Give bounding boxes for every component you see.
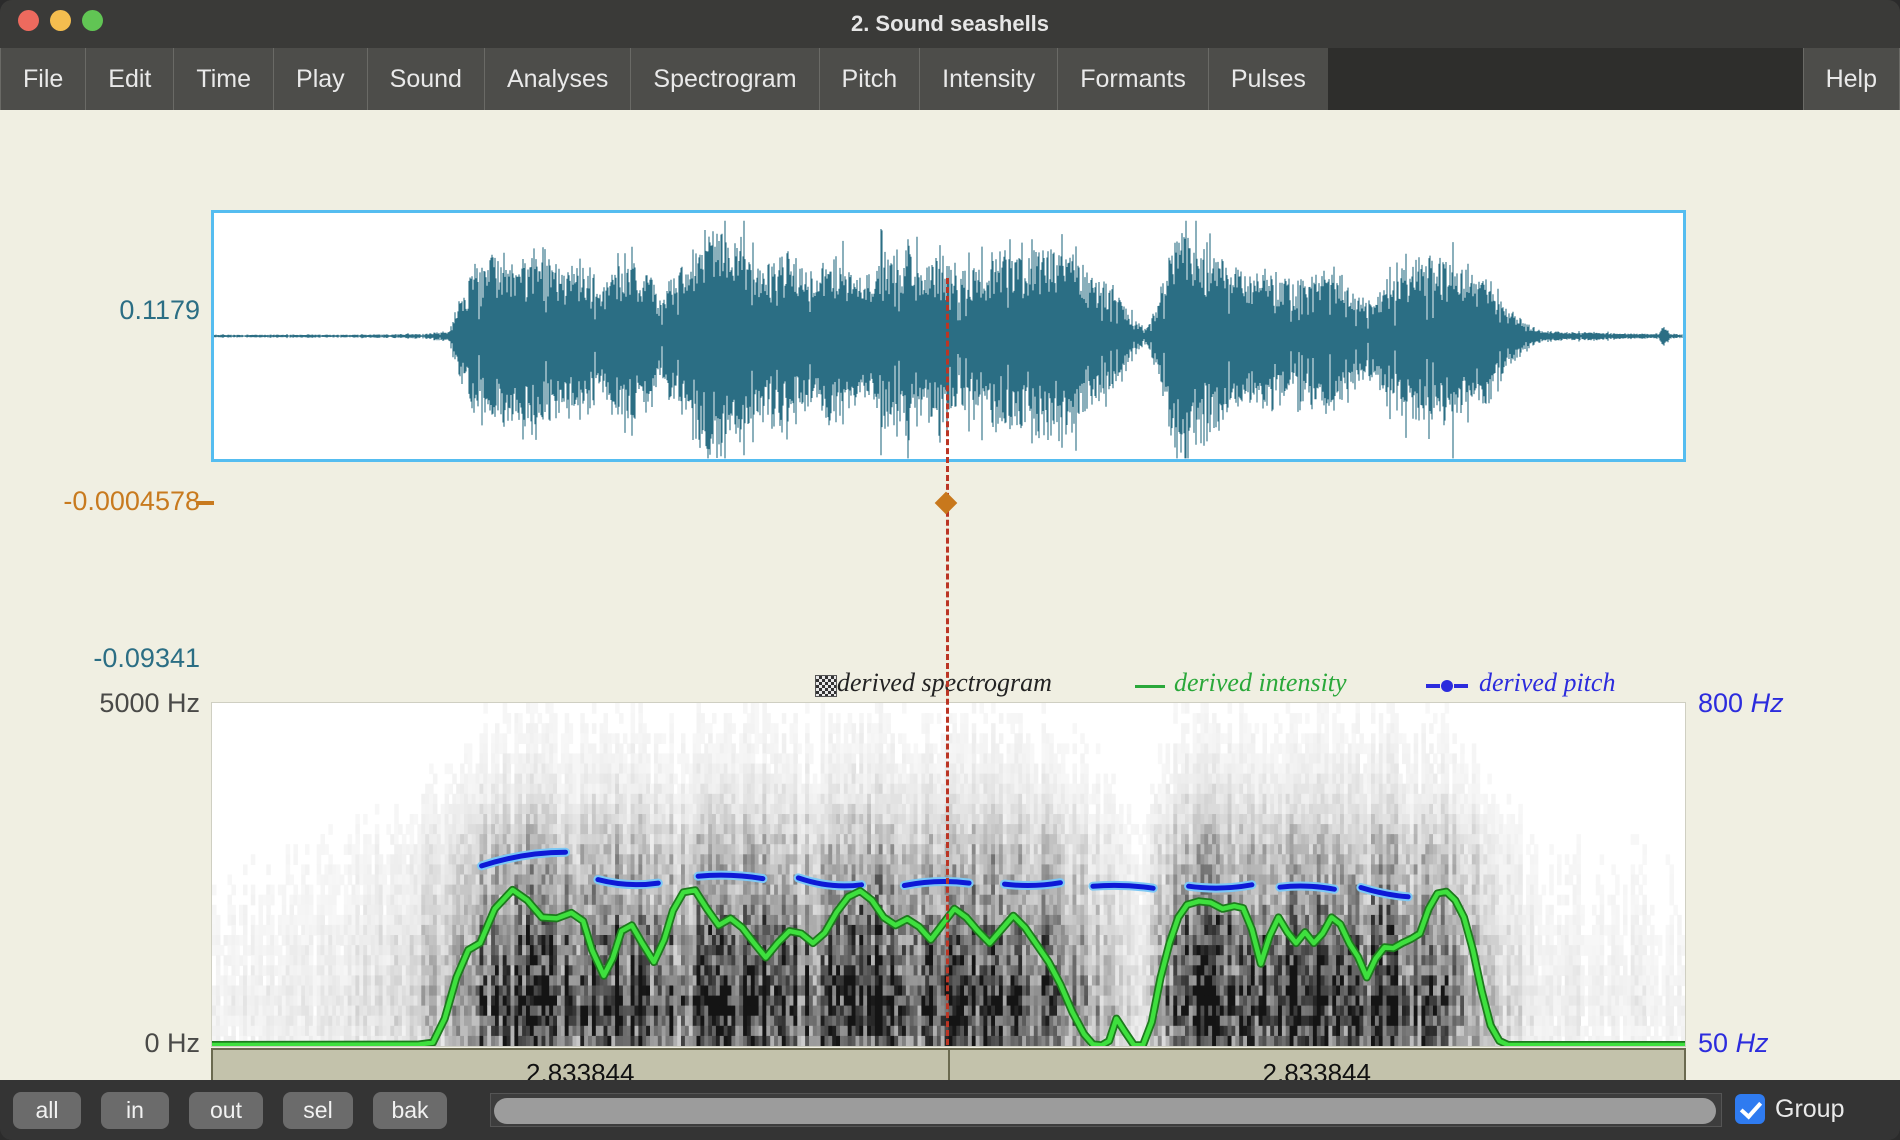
menu-item-file[interactable]: File (0, 48, 85, 110)
pitch-min-label: 50 Hz (1698, 1028, 1769, 1058)
menu-item-pitch[interactable]: Pitch (818, 48, 920, 110)
cursor-line (946, 278, 949, 1045)
scrollbar-thumb[interactable] (494, 1098, 1716, 1124)
editor-canvas: 2.833844 0.1179 -0.0004578 -0.09341 ∼ mo… (0, 110, 1900, 1140)
spectrogram-max-freq-label: 5000 Hz (99, 688, 200, 718)
menu-item-pulses[interactable]: Pulses (1207, 48, 1328, 110)
zoom-all-button[interactable]: all (13, 1092, 81, 1129)
horizontal-scrollbar[interactable] (490, 1093, 1722, 1127)
menu-item-formants[interactable]: Formants (1057, 48, 1208, 110)
menu-item-spectrogram[interactable]: Spectrogram (630, 48, 818, 110)
legend-label-spectrogram: derived spectrogram (837, 668, 1052, 697)
waveform-max-label: 0.1179 (119, 295, 200, 325)
menu-items-group: File Edit Time Play Sound Analyses Spect… (0, 48, 1328, 110)
menu-item-time[interactable]: Time (173, 48, 273, 110)
window-title: 2. Sound seashells (850, 11, 1050, 36)
legend-label-intensity: derived intensity (1174, 668, 1347, 697)
intensity-line-icon (1135, 685, 1165, 688)
menu-item-help[interactable]: Help (1802, 48, 1900, 110)
spectrogram-swatch-icon (815, 675, 837, 697)
pitch-line-dot-icon (1426, 680, 1468, 692)
menu-bar: File Edit Time Play Sound Analyses Spect… (0, 48, 1900, 110)
waveform-zero-tick (196, 501, 214, 505)
waveform-zero-label: -0.0004578 (63, 486, 200, 516)
zoom-in-button[interactable]: in (101, 1092, 169, 1129)
menu-item-analyses[interactable]: Analyses (483, 48, 630, 110)
bottom-toolbar: all in out sel bak Group (0, 1080, 1900, 1140)
spectrogram-min-freq-label: 0 Hz (144, 1028, 200, 1058)
menu-item-sound[interactable]: Sound (366, 48, 484, 110)
group-checkbox[interactable] (1735, 1094, 1765, 1124)
menu-item-edit[interactable]: Edit (85, 48, 173, 110)
zoom-selection-button[interactable]: sel (283, 1092, 353, 1129)
zoom-back-button[interactable]: bak (373, 1092, 447, 1129)
zoom-out-button[interactable]: out (189, 1092, 263, 1129)
waveform-min-label: -0.09341 (93, 643, 200, 673)
menu-item-play[interactable]: Play (273, 48, 367, 110)
title-bar: 2. Sound seashells (0, 0, 1900, 48)
menu-items-right: Help (1802, 48, 1900, 110)
menu-item-intensity[interactable]: Intensity (919, 48, 1057, 110)
legend-label-pitch: derived pitch (1479, 668, 1616, 697)
group-label: Group (1775, 1094, 1845, 1123)
cursor-zero-marker (934, 491, 958, 515)
group-control[interactable]: Group (1735, 1094, 1844, 1124)
pitch-max-label: 800 Hz (1698, 688, 1784, 718)
praat-sound-editor-window: 2. Sound seashells File Edit Time Play S… (0, 0, 1900, 1140)
